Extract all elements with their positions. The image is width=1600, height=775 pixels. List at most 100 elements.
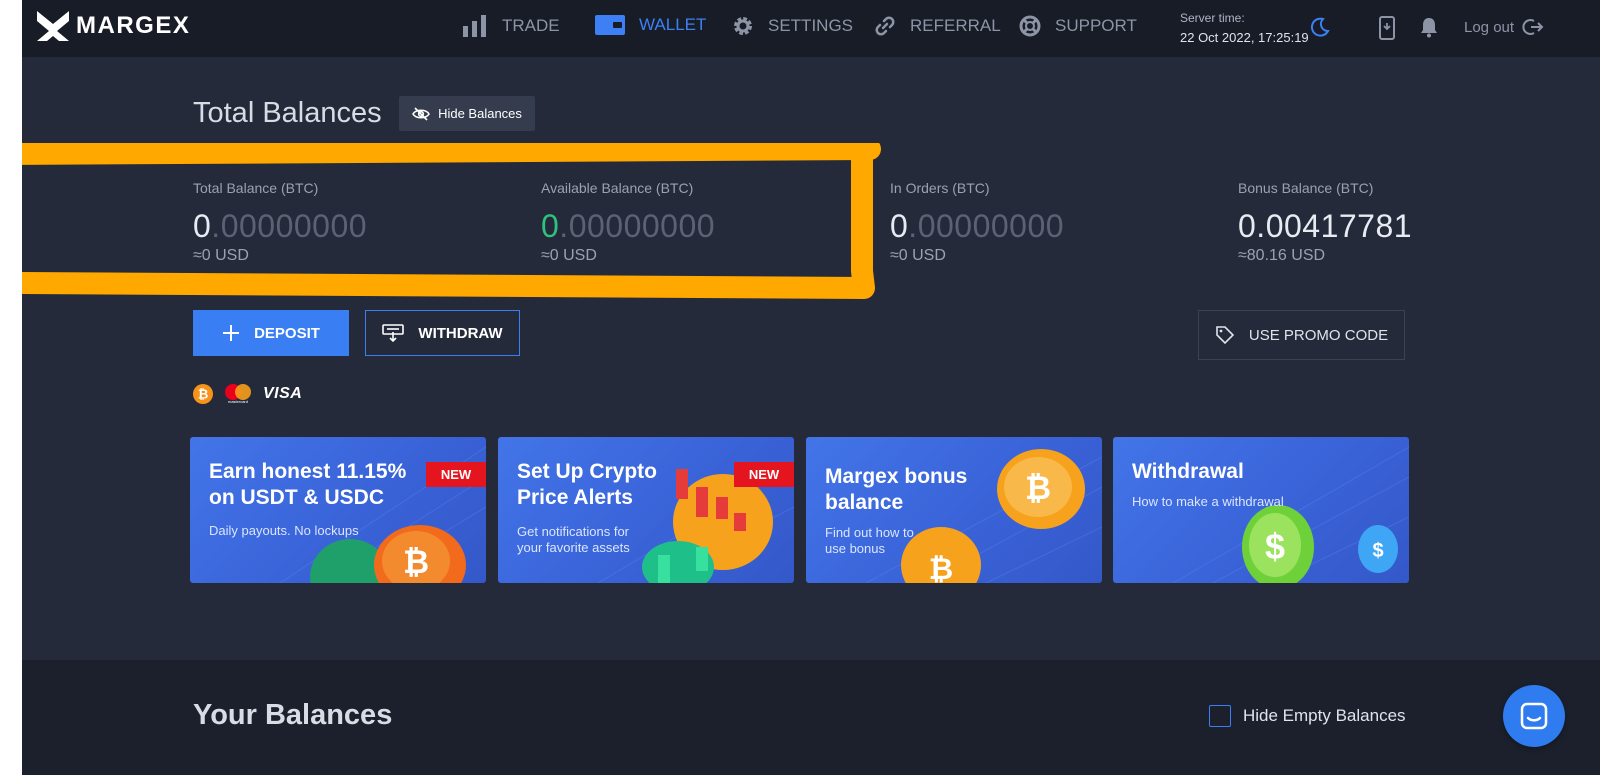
nav-wallet[interactable]: WALLET <box>595 15 706 35</box>
in-orders-int: 0 <box>890 208 909 244</box>
total-balance-frac: .00000000 <box>211 208 368 244</box>
gear-icon <box>734 17 752 35</box>
bonus-balance-value: 0.00417781 <box>1238 208 1412 245</box>
svg-text:₿: ₿ <box>929 553 953 583</box>
promo-banner-earn[interactable]: ₿ Earn honest 11.15% on USDT & USDC Dail… <box>190 437 486 583</box>
notifications-button[interactable] <box>1419 16 1439 43</box>
plus-icon <box>223 325 240 341</box>
in-orders-label: In Orders (BTC) <box>890 180 990 196</box>
banner-earn-subtitle: Daily payouts. No lockups <box>209 523 359 538</box>
promo-label: USE PROMO CODE <box>1248 326 1389 344</box>
banner-withdrawal-title: Withdrawal <box>1132 460 1244 483</box>
wallet-icon <box>595 15 625 35</box>
hide-empty-balances-toggle[interactable]: Hide Empty Balances <box>1209 705 1406 727</box>
promo-code-button[interactable]: USE PROMO CODE <box>1198 310 1405 360</box>
promo-banner-withdrawal[interactable]: $ $ Withdrawal How to make a withdrawal <box>1113 437 1409 583</box>
visa-logo: VISA <box>263 385 303 402</box>
svg-text:$: $ <box>1372 540 1383 562</box>
total-balance-usd: ≈0 USD <box>193 247 249 264</box>
banner-alerts-subtitle: Get notifications for your favorite asse… <box>517 524 630 555</box>
server-time: Server time: 22 Oct 2022, 17:25:19 <box>1180 9 1309 47</box>
logout-label: Log out <box>1464 18 1515 36</box>
eye-off-icon <box>412 106 431 121</box>
deposit-button[interactable]: DEPOSIT <box>193 310 349 356</box>
bonus-balance-label: Bonus Balance (BTC) <box>1238 180 1374 196</box>
total-balance-value: 0.00000000 <box>193 208 367 245</box>
tag-icon <box>1216 326 1235 345</box>
bell-icon <box>1421 18 1437 38</box>
total-balance-int: 0 <box>193 208 212 244</box>
nav-support-label: SUPPORT <box>1055 16 1137 35</box>
wallet-app: MARGEX TRADE WALLET SETTINGS REFERRAL SU… <box>22 0 1600 775</box>
hide-balances-label: Hide Balances <box>438 106 522 121</box>
margex-logo-icon <box>37 11 69 41</box>
withdraw-button[interactable]: WITHDRAW <box>365 310 520 356</box>
server-time-label: Server time: <box>1180 11 1245 25</box>
banner-alerts-title: Set Up Crypto Price Alerts <box>517 460 658 509</box>
link-icon <box>875 16 895 36</box>
available-balance-value: 0.00000000 <box>541 208 715 245</box>
banner-bonus-subtitle: Find out how to use bonus <box>825 525 914 556</box>
available-balance-usd: ≈0 USD <box>541 247 597 264</box>
withdraw-icon <box>382 324 405 343</box>
hide-empty-label: Hide Empty Balances <box>1243 706 1406 725</box>
bar-chart-icon <box>463 15 486 37</box>
withdraw-label: WITHDRAW <box>418 324 503 342</box>
top-header: MARGEX TRADE WALLET SETTINGS REFERRAL SU… <box>22 0 1600 57</box>
lifebuoy-icon <box>1019 15 1041 37</box>
nav-referral[interactable]: REFERRAL <box>874 15 1001 37</box>
balances-row: Total Balance (BTC) 0.00000000 ≈0 USD Av… <box>193 180 1433 280</box>
in-orders-card: In Orders (BTC) 0.00000000 ≈0 USD <box>890 180 1064 265</box>
available-balance-card: Available Balance (BTC) 0.00000000 ≈0 US… <box>541 180 715 265</box>
svg-text:₿: ₿ <box>1025 470 1051 506</box>
phone-icon <box>1379 16 1395 40</box>
nav-trade[interactable]: TRADE <box>462 15 560 37</box>
in-orders-frac: .00000000 <box>908 208 1065 244</box>
payment-methods: ₿ mastercard VISA <box>193 384 302 404</box>
mastercard-text: mastercard <box>227 399 248 404</box>
server-time-value: 22 Oct 2022, 17:25:19 <box>1180 30 1309 45</box>
banner-bonus-title: Margex bonus balance <box>825 465 968 514</box>
logout-icon <box>1522 19 1544 35</box>
chat-support-button[interactable] <box>1503 685 1565 747</box>
new-badge: NEW <box>734 462 794 487</box>
deposit-label: DEPOSIT <box>254 324 320 342</box>
hide-balances-button[interactable]: Hide Balances <box>399 96 535 131</box>
new-badge: NEW <box>426 462 486 487</box>
your-balances-section: Your Balances Hide Empty Balances <box>22 660 1600 775</box>
mastercard-icon: mastercard <box>225 384 251 404</box>
nav-support[interactable]: SUPPORT <box>1019 15 1137 37</box>
total-balances-title: Total Balances <box>193 97 382 129</box>
bonus-balance-card: Bonus Balance (BTC) 0.00417781 ≈80.16 US… <box>1238 180 1412 265</box>
margex-logo[interactable]: MARGEX <box>37 11 190 41</box>
mobile-app-button[interactable] <box>1378 16 1396 45</box>
hide-empty-checkbox[interactable] <box>1209 705 1231 727</box>
brand-name: MARGEX <box>76 12 191 39</box>
available-balance-frac: .00000000 <box>559 208 716 244</box>
nav-settings[interactable]: SETTINGS <box>732 15 853 37</box>
in-orders-usd: ≈0 USD <box>890 247 946 264</box>
available-balance-int: 0 <box>541 208 560 244</box>
bitcoin-icon: ₿ <box>193 384 213 404</box>
available-balance-label: Available Balance (BTC) <box>541 180 694 196</box>
logout-button[interactable]: Log out <box>1464 17 1544 37</box>
nav-referral-label: REFERRAL <box>910 16 1001 35</box>
nav-settings-label: SETTINGS <box>768 16 854 35</box>
svg-text:$: $ <box>1265 526 1285 567</box>
nav-trade-label: TRADE <box>502 16 560 35</box>
banner-earn-title: Earn honest 11.15% on USDT & USDC <box>209 460 407 509</box>
chat-icon <box>1520 702 1548 730</box>
svg-text:₿: ₿ <box>198 387 209 402</box>
bonus-balance-usd: ≈80.16 USD <box>1238 247 1326 264</box>
total-balance-card: Total Balance (BTC) 0.00000000 ≈0 USD <box>193 180 367 265</box>
in-orders-value: 0.00000000 <box>890 208 1064 245</box>
nav-wallet-label: WALLET <box>639 15 707 34</box>
moon-icon <box>1310 17 1330 37</box>
your-balances-title: Your Balances <box>193 699 393 731</box>
banner-withdrawal-subtitle: How to make a withdrawal <box>1132 494 1284 509</box>
svg-text:₿: ₿ <box>403 544 429 580</box>
promo-banner-alerts[interactable]: Set Up Crypto Price Alerts Get notificat… <box>498 437 794 583</box>
bonus-balance-int: 0.00417781 <box>1238 208 1413 244</box>
promo-banner-bonus[interactable]: ₿ ₿ Margex bonus balance Find out how to… <box>806 437 1102 583</box>
theme-toggle[interactable] <box>1308 16 1330 43</box>
